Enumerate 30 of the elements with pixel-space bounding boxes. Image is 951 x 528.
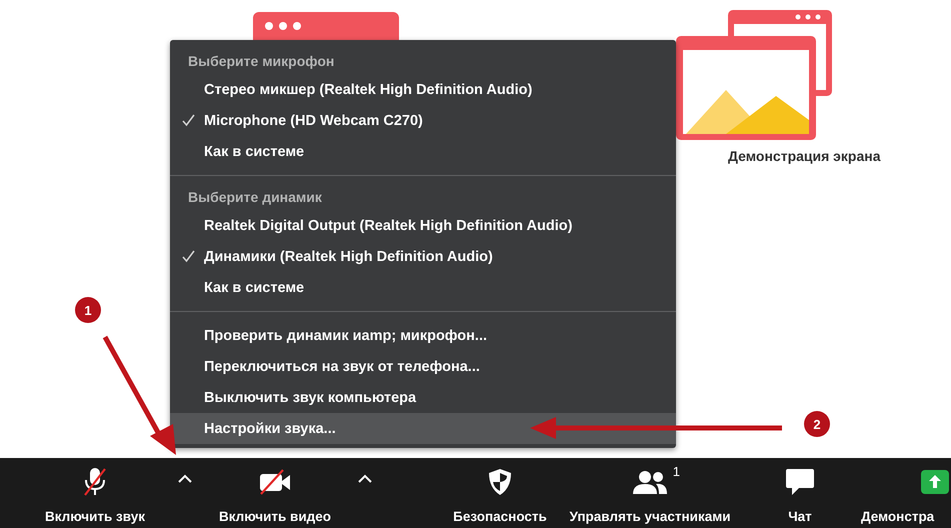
security-button[interactable]: Безопасность [445,458,555,528]
share-screen-icon [676,10,832,140]
menu-item[interactable]: Realtek Digital Output (Realtek High Definition Audio) [170,210,676,241]
menu-item[interactable]: Выключить звук компьютера [170,382,676,413]
menu-item[interactable]: Как в системе [170,136,676,167]
shield-icon [488,468,512,496]
menu-section-header: Выберите динамик [187,188,322,207]
chat-button[interactable]: Чат [745,458,855,528]
caret-up-icon [178,474,192,482]
menu-item[interactable]: Как в системе [170,272,676,303]
menu-item[interactable]: Переключиться на звук от телефона... [170,351,676,382]
participant-count: 1 [672,464,680,479]
people-icon [632,470,668,494]
mic-button[interactable]: Включить звук [20,458,170,528]
checkmark-icon [182,250,195,263]
caret-up-icon [358,474,372,482]
step-number-badge: 1 [75,297,101,323]
share-screen-label: Демонстрация экрана [728,148,880,164]
menu-item[interactable]: Стерео микшер (Realtek High Definition Audio) [170,74,676,105]
video-button[interactable]: Включить видео [200,458,350,528]
step-number-badge: 2 [804,411,830,437]
participants-button[interactable]: 1 Управлять участниками [555,458,745,528]
chat-bubble-icon [785,468,815,496]
menu-item[interactable]: Microphone (HD Webcam C270) [170,105,676,136]
share-button[interactable]: Демонстра [855,458,951,528]
menu-item[interactable]: Настройки звука... [170,413,676,444]
menu-section-header: Выберите микрофон [187,52,334,71]
menu-item[interactable]: Проверить динамик иamp; микрофон... [170,320,676,351]
checkmark-icon [182,114,195,127]
menu-item[interactable]: Динамики (Realtek High Definition Audio) [170,241,676,272]
